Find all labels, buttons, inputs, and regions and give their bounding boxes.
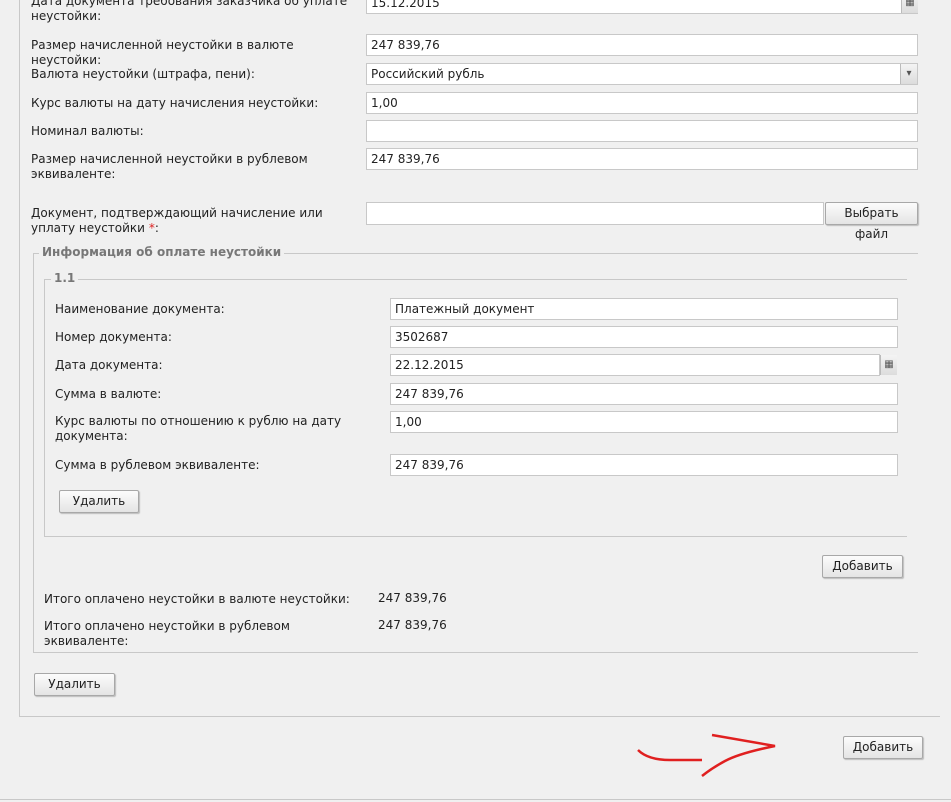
- payment-info-legend: Информация об оплате неустойки: [39, 245, 285, 259]
- payment-rate-label: Курс валюты по отношению к рублю на дату…: [55, 414, 342, 443]
- delete-payment-button[interactable]: Удалить: [59, 490, 139, 513]
- total-currency-label: Итого оплачено неустойки в валюте неусто…: [44, 592, 350, 606]
- bottom-divider: [0, 799, 951, 800]
- file-label-suffix: :: [154, 221, 159, 235]
- payment-doc-name-input[interactable]: Платежный документ: [390, 298, 898, 320]
- nominal-input[interactable]: [366, 120, 918, 142]
- rub-amount-label: Размер начисленной неустойки в рублевом …: [31, 152, 308, 181]
- doc-date-label: Дата документа требования заказчика об у…: [31, 0, 348, 23]
- total-currency-value: 247 839,76: [378, 591, 447, 605]
- chevron-down-icon[interactable]: ▾: [900, 64, 917, 84]
- choose-file-button[interactable]: Выбрать файл: [825, 202, 918, 241]
- currency-label: Валюта неустойки (штрафа, пени):: [31, 67, 255, 81]
- payment-rate-input[interactable]: 1,00: [390, 411, 898, 433]
- penalty-amount-label: Размер начисленной неустойки в валюте не…: [31, 38, 294, 67]
- red-arrow-annotation: [637, 733, 776, 777]
- payment-doc-number-label: Номер документа:: [55, 330, 172, 344]
- payment-doc-date-input[interactable]: 22.12.2015: [390, 354, 880, 376]
- file-label-text: Документ, подтверждающий начисление или …: [31, 206, 323, 235]
- payment-sum-input[interactable]: 247 839,76: [390, 383, 898, 405]
- total-rub-label: Итого оплачено неустойки в рублевом экви…: [44, 619, 290, 648]
- rate-input[interactable]: 1,00: [366, 92, 918, 114]
- payment-rub-sum-label: Сумма в рублевом эквиваленте:: [55, 458, 260, 472]
- payment-doc-date-label: Дата документа:: [55, 358, 163, 372]
- rub-amount-input[interactable]: 247 839,76: [366, 148, 918, 170]
- total-rub-value: 247 839,76: [378, 618, 447, 632]
- penalty-amount-input[interactable]: 247 839,76: [366, 34, 918, 56]
- nominal-label: Номинал валюты:: [31, 124, 144, 138]
- add-penalty-button[interactable]: Добавить: [843, 736, 923, 759]
- add-payment-button[interactable]: Добавить: [822, 555, 903, 578]
- file-input[interactable]: [366, 202, 824, 225]
- payment-doc-name-label: Наименование документа:: [55, 302, 225, 316]
- calendar-icon[interactable]: ▦: [901, 0, 918, 13]
- doc-date-input[interactable]: 15.12.2015: [366, 0, 918, 14]
- payment-rub-sum-input[interactable]: 247 839,76: [390, 454, 898, 476]
- payment-sum-label: Сумма в валюте:: [55, 387, 162, 401]
- delete-penalty-button[interactable]: Удалить: [34, 673, 115, 696]
- calendar-icon[interactable]: ▦: [880, 355, 897, 375]
- currency-value: Российский рубль: [371, 67, 485, 81]
- payment-doc-number-input[interactable]: 3502687: [390, 326, 898, 348]
- file-label: Документ, подтверждающий начисление или …: [31, 206, 346, 236]
- rate-label: Курс валюты на дату начисления неустойки…: [31, 96, 319, 110]
- payment-item-legend: 1.1: [51, 271, 79, 285]
- currency-select[interactable]: Российский рубль: [366, 63, 918, 85]
